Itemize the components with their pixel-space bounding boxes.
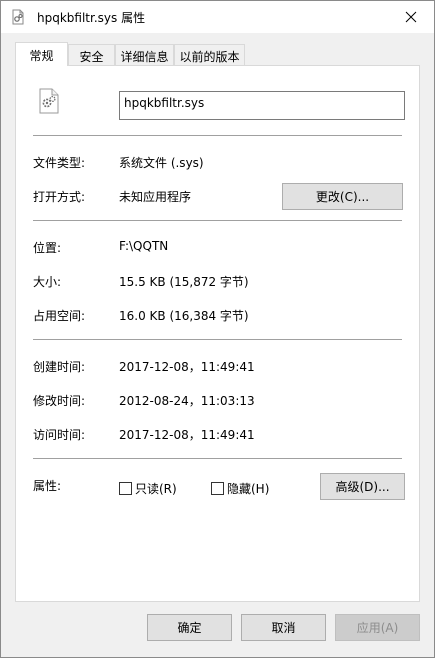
- separator: [33, 458, 402, 459]
- accessed-label: 访问时间:: [33, 428, 86, 442]
- tab-general[interactable]: 常规: [15, 42, 68, 66]
- tab-previous-versions[interactable]: 以前的版本: [174, 44, 245, 65]
- change-button[interactable]: 更改(C)...: [282, 183, 403, 210]
- size-on-disk-value: 16.0 KB (16,384 字节): [119, 309, 249, 323]
- general-panel: hpqkbfiltr.sys 文件类型: 系统文件 (.sys) 打开方式: 未…: [15, 65, 420, 602]
- file-type-label: 文件类型:: [33, 156, 86, 170]
- advanced-button[interactable]: 高级(D)...: [320, 473, 405, 500]
- modified-value: 2012-08-24，11:03:13: [119, 394, 255, 408]
- accessed-value: 2017-12-08，11:49:41: [119, 428, 255, 442]
- file-type-value: 系统文件 (.sys): [119, 156, 204, 170]
- tab-security[interactable]: 安全: [68, 44, 115, 65]
- readonly-checkbox[interactable]: 只读(R): [119, 480, 177, 497]
- window-title: hpqkbfiltr.sys 属性: [37, 11, 146, 25]
- cancel-button[interactable]: 取消: [241, 614, 326, 641]
- apply-button[interactable]: 应用(A): [335, 614, 420, 641]
- file-gear-icon: [10, 9, 26, 25]
- file-name-input[interactable]: hpqkbfiltr.sys: [119, 91, 405, 120]
- created-label: 创建时间:: [33, 360, 86, 374]
- properties-dialog: hpqkbfiltr.sys 属性 常规 安全 详细信息 以前的版本 hpqkb…: [0, 0, 435, 658]
- separator: [33, 220, 402, 221]
- readonly-checkbox-label: 只读(R): [135, 482, 177, 496]
- close-icon: [405, 11, 417, 22]
- size-value: 15.5 KB (15,872 字节): [119, 275, 249, 289]
- attributes-label: 属性:: [33, 479, 62, 493]
- opens-with-value: 未知应用程序: [119, 190, 192, 204]
- created-value: 2017-12-08，11:49:41: [119, 360, 255, 374]
- ok-button[interactable]: 确定: [147, 614, 232, 641]
- title-bar: hpqkbfiltr.sys 属性: [1, 1, 434, 33]
- hidden-checkbox[interactable]: 隐藏(H): [211, 480, 269, 497]
- tab-details[interactable]: 详细信息: [115, 44, 174, 65]
- size-on-disk-label: 占用空间:: [33, 309, 86, 323]
- opens-with-label: 打开方式:: [33, 190, 86, 204]
- close-button[interactable]: [388, 1, 434, 32]
- hidden-checkbox-label: 隐藏(H): [227, 482, 270, 496]
- separator: [33, 339, 402, 340]
- separator: [33, 135, 402, 136]
- location-label: 位置:: [33, 241, 62, 255]
- hidden-checkbox-box[interactable]: [211, 482, 224, 495]
- size-label: 大小:: [33, 275, 62, 289]
- readonly-checkbox-box[interactable]: [119, 482, 132, 495]
- location-value: F:\QQTN: [119, 239, 169, 253]
- modified-label: 修改时间:: [33, 394, 86, 408]
- system-file-icon: [36, 88, 62, 114]
